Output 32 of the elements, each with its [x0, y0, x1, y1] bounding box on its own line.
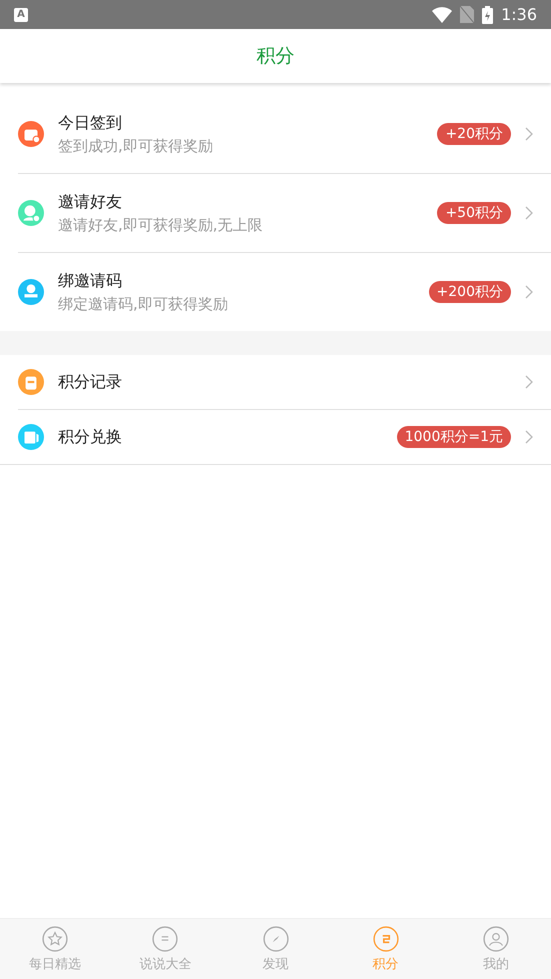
points-badge: +200积分 — [428, 281, 511, 303]
chevron-icon — [525, 285, 533, 299]
chat-icon — [152, 926, 178, 952]
battery-icon — [482, 6, 494, 24]
chevron-icon — [525, 430, 533, 444]
list-item[interactable]: 积分兑换 1000积分=1元 — [0, 410, 551, 464]
item-title: 积分记录 — [58, 372, 123, 392]
status-time: 1:36 — [501, 5, 537, 24]
points-badge: 1000积分=1元 — [396, 426, 511, 448]
list-item[interactable]: 积分记录 — [0, 355, 551, 409]
list-item[interactable]: 邀请好友 邀请好友,即可获得奖励,无上限 +50积分 — [0, 174, 551, 252]
list-item[interactable]: 绑邀请码 绑定邀请码,即可获得奖励 +200积分 — [0, 253, 551, 331]
points-icon — [372, 926, 399, 952]
chevron-icon — [525, 127, 533, 141]
list-item[interactable]: 今日签到 签到成功,即可获得奖励 +20积分 — [0, 95, 551, 173]
points-badge: +50积分 — [437, 202, 511, 224]
notification-icon: A — [14, 8, 28, 22]
item-subtitle: 签到成功,即可获得奖励 — [58, 136, 214, 156]
wifi-icon — [432, 6, 452, 22]
page-title: 积分 — [256, 44, 294, 69]
compass-icon — [262, 926, 288, 952]
item-title: 积分兑换 — [58, 426, 123, 448]
item-title: 绑邀请码 — [58, 270, 123, 292]
chevron-icon — [525, 375, 533, 389]
item-title: 今日签到 — [58, 112, 123, 134]
item-subtitle: 邀请好友,即可获得奖励,无上限 — [58, 216, 264, 234]
chevron-icon — [525, 206, 533, 220]
no-sim-icon — [460, 6, 474, 23]
item-subtitle: 绑定邀请码,即可获得奖励 — [58, 294, 229, 314]
points-badge: +20积分 — [437, 123, 511, 145]
user-icon — [482, 926, 509, 952]
item-title: 邀请好友 — [58, 192, 123, 212]
